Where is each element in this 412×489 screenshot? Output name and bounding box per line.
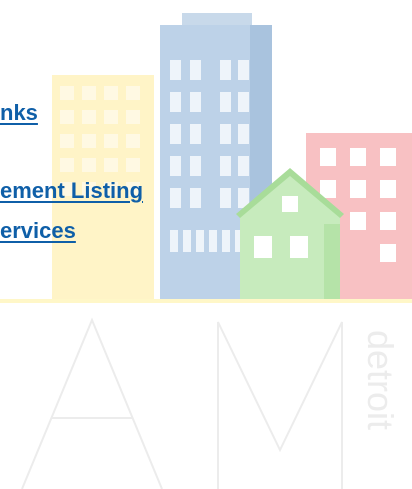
watermark-logo: detroit [0, 300, 412, 489]
link-placement-listing[interactable]: ement Listing [0, 178, 143, 204]
watermark-vertical-text: detroit [360, 330, 401, 430]
page: detroit nks ement Listing ervices [0, 0, 412, 489]
link-list: nks ement Listing ervices [0, 0, 412, 300]
link-services[interactable]: ervices [0, 218, 76, 244]
link-links[interactable]: nks [0, 100, 38, 126]
